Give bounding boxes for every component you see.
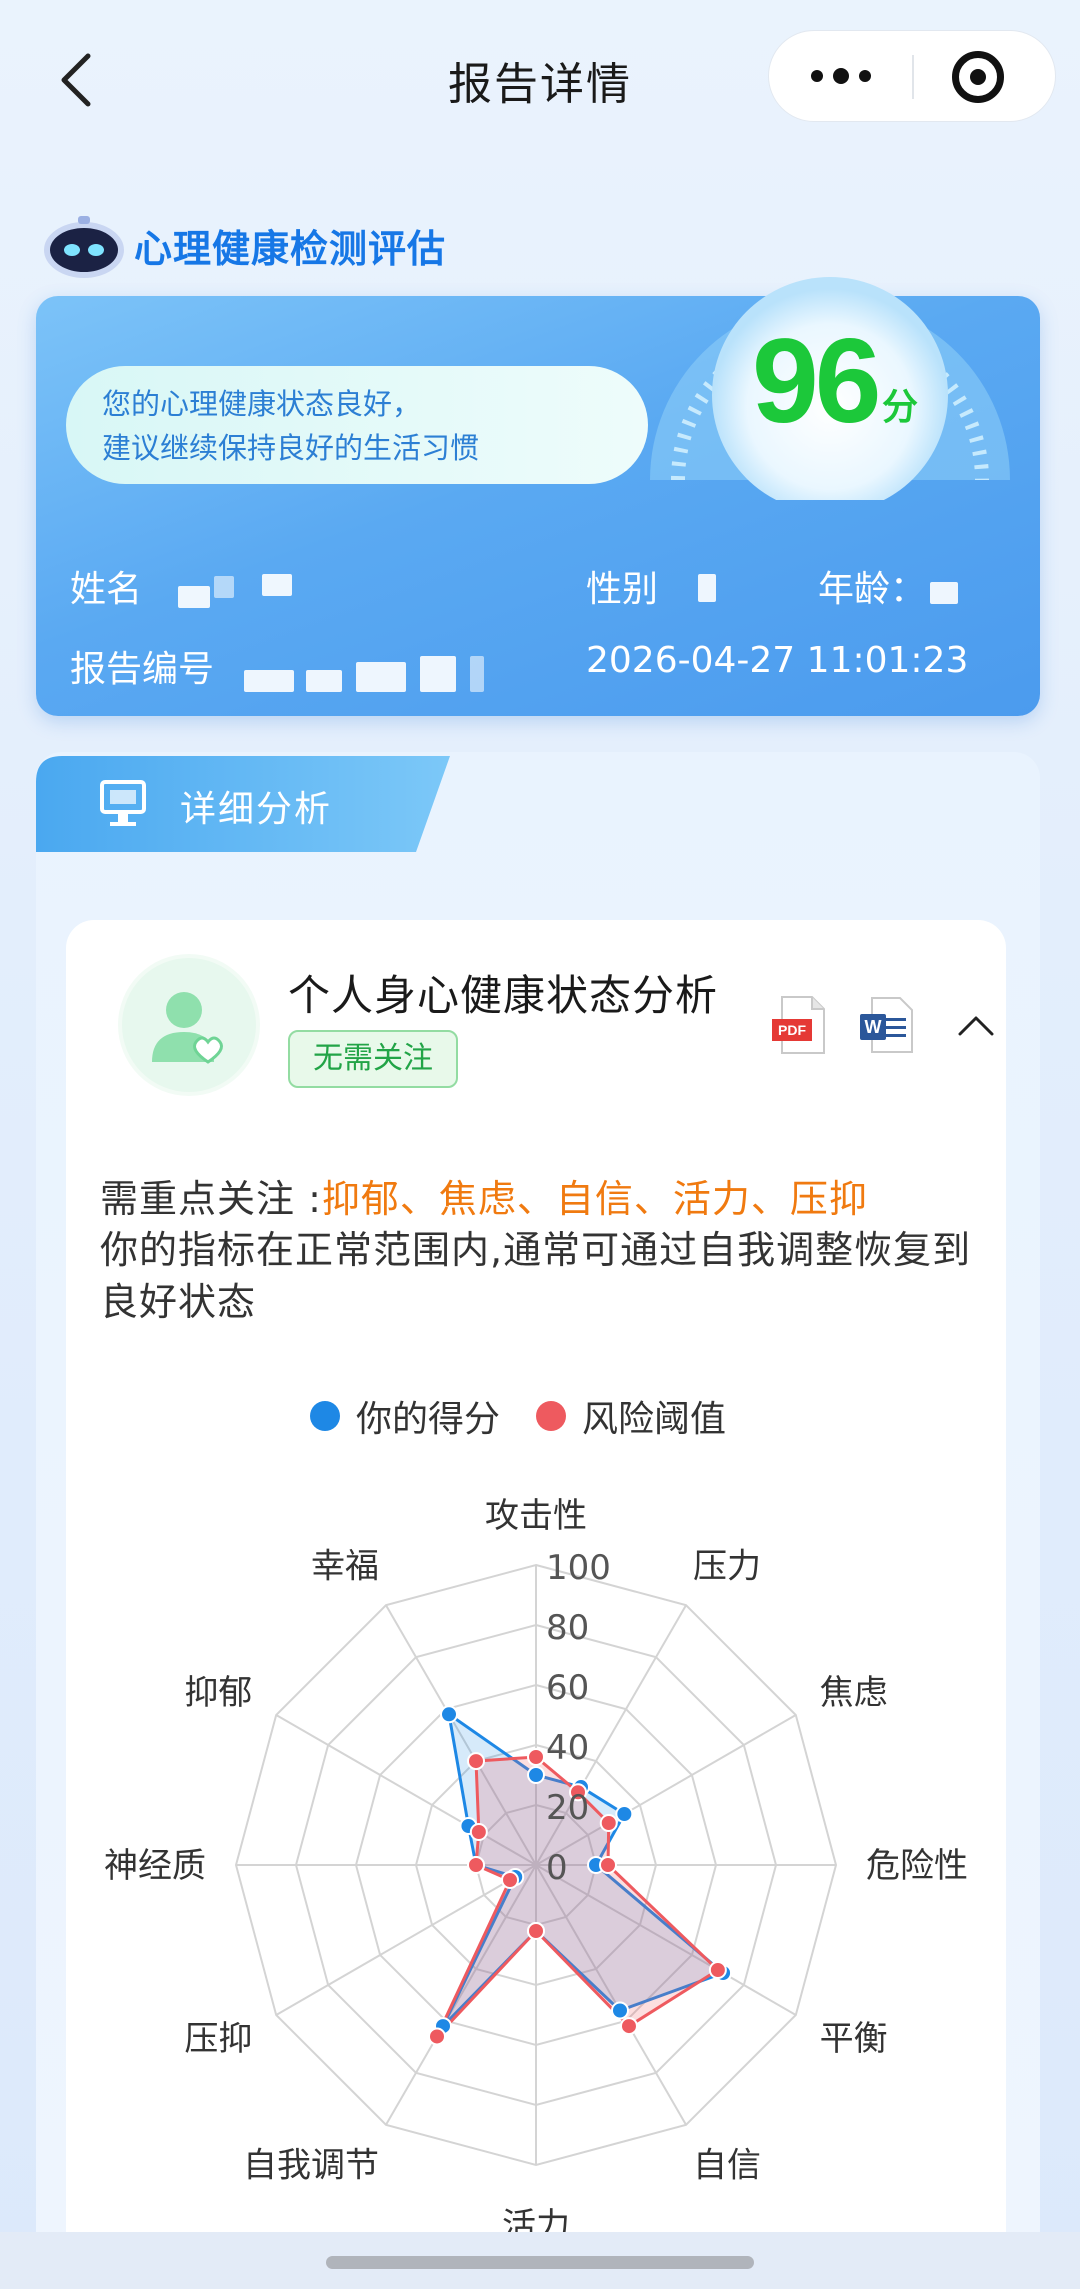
name-label: 姓名 [70,569,143,610]
score-value: 96 [752,314,881,448]
radar-tick-label: 20 [546,1788,589,1828]
radar-axis-label: 神经质 [104,1846,206,1886]
more-dots-icon [811,68,871,84]
radar-tick-label: 0 [546,1848,568,1888]
legend-label: 风险阈值 [582,1399,727,1440]
legend-dot-red [536,1401,567,1431]
assessment-title: 心理健康检测评估 [134,227,447,271]
focus-indicators: 需重点关注 :抑郁、焦虑、自信、活力、压抑 [100,1168,868,1223]
person-heart-icon [152,992,223,1064]
close-program-button[interactable] [914,31,1057,123]
radar-point [708,1961,727,1979]
radar-axis-label: 自信 [693,2146,761,2186]
mini-program-capsule [768,30,1056,122]
radar-axis-label: 抑郁 [184,1673,252,1713]
gender-label: 性别 [586,569,659,610]
focus-prefix: 需重点关注 : [100,1177,322,1221]
collapse-button[interactable] [956,1010,996,1040]
result-message-bubble: 您的心理健康状态良好， 建议继续保持良好的生活习惯 [66,366,648,484]
report-number-label: 报告编号 [70,649,215,690]
word-download-button[interactable]: W [858,996,914,1054]
radar-point [527,1748,545,1766]
radar-point [467,1856,485,1874]
radar-axis-label: 幸福 [311,1546,379,1586]
radar-axis-label: 攻击性 [485,1496,587,1536]
radar-chart: 020406080100攻击性压力焦虑危险性平衡自信活力自我调节压抑神经质抑郁幸… [104,1496,968,2240]
radar-point [615,1805,634,1823]
result-message-line1: 您的心理健康状态良好， [102,387,422,421]
report-datetime: 2026-04-27 11:01:23 [586,640,969,681]
radar-point [467,1752,485,1771]
age-value-redacted [930,582,958,604]
name-value-redacted [178,586,210,608]
radar-point [469,1823,488,1841]
avatar [122,958,256,1092]
more-menu-button[interactable] [769,31,912,123]
gender-value-redacted [698,574,716,602]
legend-label: 你的得分 [356,1399,501,1440]
radar-tick-label: 40 [546,1728,589,1768]
radar-axis-label: 自我调节 [243,2146,379,2186]
report-number-redacted [244,670,294,692]
card-title: 个人身心健康状态分析 [288,971,719,1020]
tab-label: 详细分析 [180,789,333,830]
legend-dot-blue [310,1401,340,1431]
radar-tick-label: 60 [546,1668,589,1708]
radar-point [440,1705,458,1724]
radar-axis-label: 焦虑 [820,1673,888,1713]
home-indicator [326,2256,754,2269]
top-nav-bar: 报告详情 [0,0,1080,160]
score-unit: 分 [882,387,919,428]
result-message-line2: 建议继续保持良好的生活习惯 [102,431,480,465]
word-file-icon: W [860,997,913,1053]
status-badge: 无需关注 [288,1030,458,1088]
radar-point [599,1814,618,1832]
radar-axis-label: 压抑 [184,2019,252,2059]
chevron-up-icon [958,1016,994,1036]
target-icon [952,51,1004,103]
pdf-icon-text: PDF [778,1022,806,1038]
pdf-file-icon: PDF [772,996,825,1054]
radar-point [599,1856,617,1874]
legend-item-risk-threshold[interactable]: 风险阈值 [536,1390,726,1442]
pdf-download-button[interactable]: PDF [770,995,828,1055]
analysis-description: 你的指标在正常范围内,通常可通过自我调整恢复到良好状态 [100,1228,972,1324]
radar-tick-label: 100 [546,1548,611,1588]
radar-point [428,2027,446,2046]
radar-axis-label: 平衡 [820,2019,888,2059]
radar-axis-label: 危险性 [866,1846,968,1886]
radar-point [527,1922,545,1940]
legend-item-your-score[interactable]: 你的得分 [310,1390,500,1442]
focus-items: 抑郁、焦虑、自信、活力、压抑 [321,1177,868,1221]
age-label: 年龄： [818,569,927,610]
chart-legend: 你的得分 风险阈值 [310,1390,762,1442]
radar-point [611,2001,629,2020]
radar-tick-label: 80 [546,1608,589,1648]
robot-mascot-icon [44,216,124,278]
radar-point [501,1871,520,1889]
word-icon-text: W [865,1017,882,1037]
radar-point [527,1766,545,1784]
radar-axis-label: 压力 [693,1546,761,1586]
radar-point [620,2017,638,2036]
